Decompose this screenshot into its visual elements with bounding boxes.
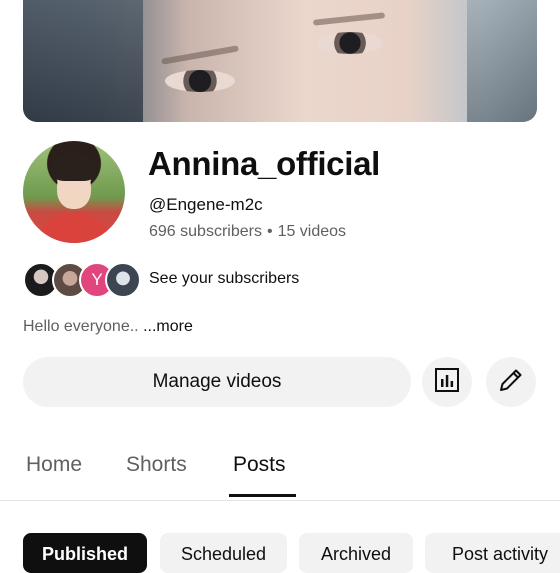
banner-eye [317, 32, 383, 54]
channel-banner [23, 0, 537, 122]
tab-home[interactable]: Home [26, 453, 82, 477]
see-subscribers-link[interactable]: See your subscribers [149, 270, 299, 288]
channel-handle: @Engene-m2c [149, 195, 263, 214]
manage-videos-button[interactable]: Manage videos [23, 357, 411, 407]
post-filter-chips: Published Scheduled Archived Post activi… [0, 533, 560, 573]
pencil-icon [497, 366, 525, 399]
channel-stats: 696 subscribers • 15 videos [149, 223, 346, 241]
avatar-shirt [33, 213, 115, 243]
chip-scheduled[interactable]: Scheduled [160, 533, 287, 573]
bar-chart-icon [434, 367, 460, 398]
banner-hair-left [23, 0, 143, 122]
tab-shorts[interactable]: Shorts [126, 453, 187, 477]
subscriber-count: 696 subscribers [149, 223, 262, 240]
tab-posts[interactable]: Posts [233, 453, 286, 477]
video-count: 15 videos [277, 223, 347, 240]
chip-post-activity[interactable]: Post activity [425, 533, 560, 573]
chip-published[interactable]: Published [23, 533, 147, 573]
description-text: Hello everyone.. [23, 318, 144, 335]
analytics-button[interactable] [422, 357, 472, 407]
channel-name: Annina_official [148, 145, 381, 182]
banner-eye [165, 70, 235, 92]
subscriber-avatar [105, 262, 141, 298]
banner-brow [312, 12, 386, 26]
banner-brow [161, 45, 239, 65]
channel-tabs: Home Shorts Posts [0, 440, 560, 501]
chip-archived[interactable]: Archived [299, 533, 413, 573]
channel-avatar[interactable] [23, 141, 125, 243]
subscriber-avatars[interactable]: Y [23, 262, 143, 298]
channel-description[interactable]: Hello everyone.. ...more [23, 318, 193, 336]
more-link[interactable]: ...more [143, 318, 193, 335]
avatar-hair [51, 153, 97, 181]
stats-separator: • [266, 223, 273, 240]
selected-tab-indicator [229, 494, 296, 497]
banner-hair-right [467, 0, 537, 122]
edit-channel-button[interactable] [486, 357, 536, 407]
